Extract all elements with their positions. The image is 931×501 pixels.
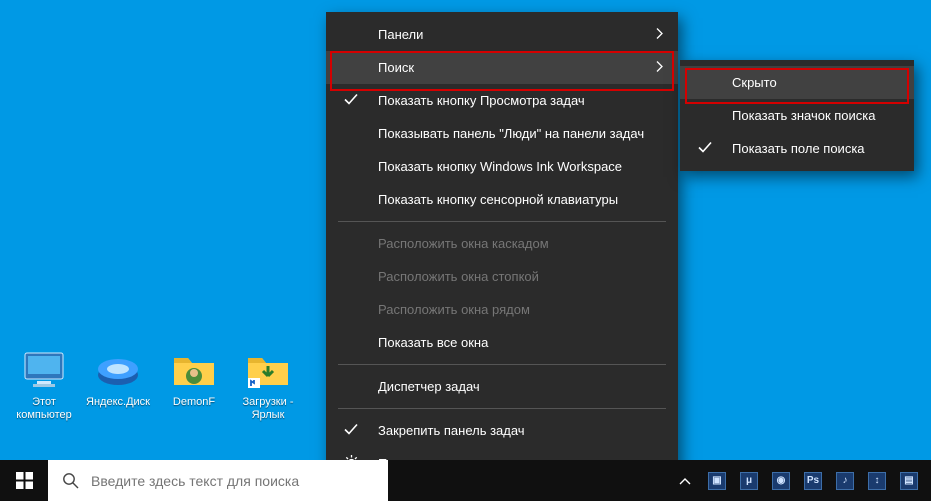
menu-item-label: Показать кнопку Просмотра задач [378,93,585,108]
desktop-icon-this-pc[interactable]: Этоткомпьютер [8,346,80,422]
check-icon [698,141,712,156]
menu-item-label: Панели [378,27,423,42]
menu-item[interactable]: Панели [326,18,678,51]
menu-item[interactable]: Скрыто [680,66,914,99]
app-icon-2[interactable]: ↕ [861,460,893,501]
menu-item-label: Показывать панель "Люди" на панели задач [378,126,644,141]
icon-label: DemonF [158,396,230,409]
menu-item-label: Показать поле поиска [732,141,865,156]
virtualbox-icon[interactable]: ▣ [701,460,733,501]
search-icon [62,472,79,489]
app-icon-1[interactable]: μ [733,460,765,501]
menu-item: Расположить окна стопкой [326,260,678,293]
menu-separator [338,408,666,409]
taskbar-context-submenu: Скрыто Показать значок поиска Показать пол… [680,60,914,171]
desktop-icon-downloads[interactable]: Загрузки -Ярлык [232,346,304,422]
menu-item-label: Поиск [378,60,414,75]
menu-item[interactable]: Диспетчер задач [326,370,678,403]
menu-item-label: Диспетчер задач [378,379,480,394]
taskbar: ▣μ◉Ps♪↕▤ [0,460,931,501]
menu-item-label: Показать кнопку Windows Ink Workspace [378,159,622,174]
up-arrow-icon[interactable] [669,460,701,501]
menu-item[interactable]: Показать поле поиска [680,132,914,165]
menu-item: Расположить окна рядом [326,293,678,326]
menu-item-label: Расположить окна рядом [378,302,530,317]
taskbar-search[interactable] [48,460,388,501]
app-icon-3[interactable]: ▤ [893,460,925,501]
folder-icon [170,346,218,394]
menu-item-label: Скрыто [732,75,777,90]
folder-shortcut-icon [244,346,292,394]
menu-separator [338,221,666,222]
menu-item[interactable]: Показывать панель "Люди" на панели задач [326,117,678,150]
menu-item[interactable]: Поиск [326,51,678,84]
system-tray: ▣μ◉Ps♪↕▤ [669,460,931,501]
menu-item[interactable]: Показать кнопку Windows Ink Workspace [326,150,678,183]
menu-item-label: Расположить окна стопкой [378,269,539,284]
disk-icon [94,346,142,394]
menu-item[interactable]: Закрепить панель задач [326,414,678,447]
windows-icon [16,472,33,489]
check-icon [344,423,358,438]
taskbar-context-menu: Панели Поиск Показать кнопку Просмотра зад… [326,12,678,486]
desktop-icon-demonf[interactable]: DemonF [158,346,230,409]
photoshop-icon[interactable]: Ps [797,460,829,501]
menu-item-label: Показать все окна [378,335,488,350]
chevron-right-icon [655,60,664,75]
menu-separator [338,364,666,365]
start-button[interactable] [0,460,48,501]
menu-item[interactable]: Показать значок поиска [680,99,914,132]
nvidia-icon[interactable]: ◉ [765,460,797,501]
menu-item-label: Расположить окна каскадом [378,236,549,251]
icon-label: Яндекс.Диск [82,396,154,409]
menu-item: Расположить окна каскадом [326,227,678,260]
chevron-right-icon [655,27,664,42]
monitor-icon [20,346,68,394]
check-icon [344,93,358,108]
menu-item[interactable]: Показать все окна [326,326,678,359]
icon-label: Загрузки -Ярлык [232,396,304,422]
icon-label: Этоткомпьютер [8,396,80,422]
sound-icon[interactable]: ♪ [829,460,861,501]
desktop-icon-yandex-disk[interactable]: Яндекс.Диск [82,346,154,409]
menu-item[interactable]: Показать кнопку сенсорной клавиатуры [326,183,678,216]
search-input[interactable] [91,473,374,489]
menu-item-label: Показать значок поиска [732,108,876,123]
menu-item-label: Показать кнопку сенсорной клавиатуры [378,192,618,207]
menu-item[interactable]: Показать кнопку Просмотра задач [326,84,678,117]
menu-item-label: Закрепить панель задач [378,423,525,438]
